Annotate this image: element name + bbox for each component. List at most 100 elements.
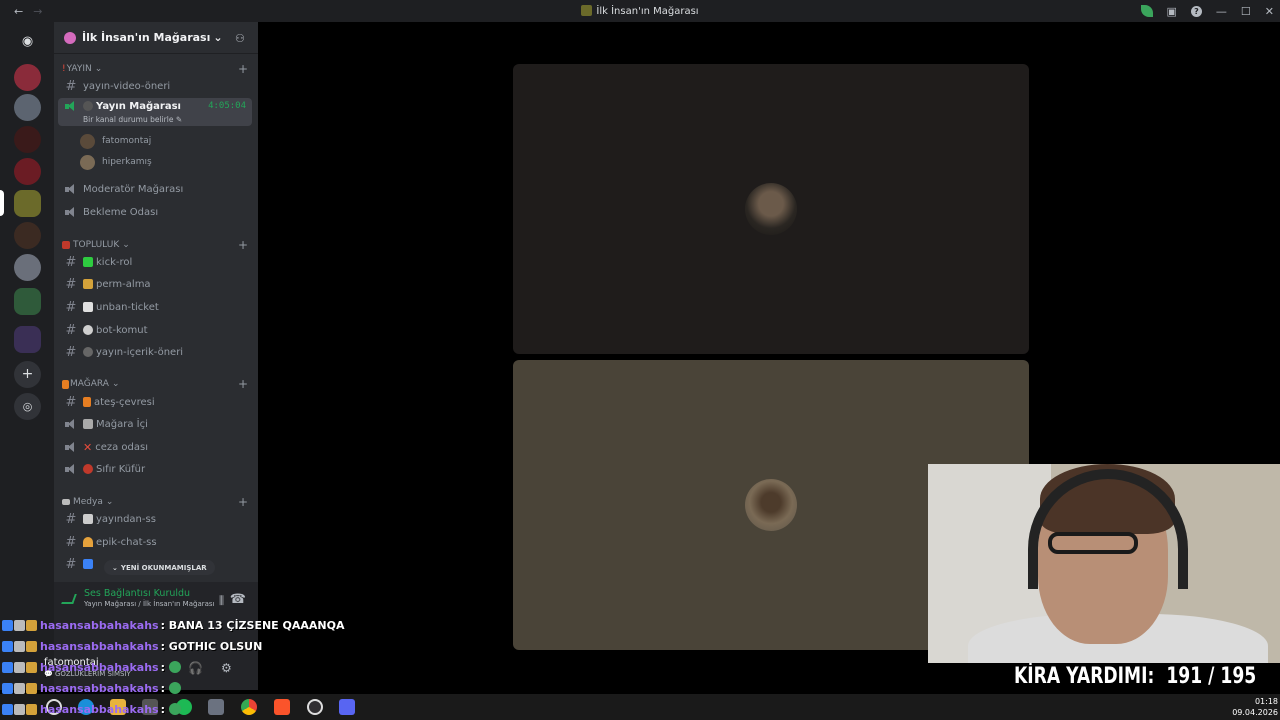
- os-taskbar: 01:18 09.04.2026: [0, 694, 1280, 720]
- chevron-down-icon: ⌄: [112, 563, 118, 572]
- invite-people-icon[interactable]: ⚇: [235, 32, 248, 45]
- new-unreads-button[interactable]: ⌄ YENİ OKUNMAMIŞLAR: [104, 560, 215, 575]
- server-icon[interactable]: [14, 64, 41, 91]
- category-label: MAĞARA: [70, 379, 109, 389]
- chat-emote-icon: [168, 682, 181, 694]
- forward-arrow-icon[interactable]: →: [33, 5, 42, 18]
- window-title-text: İlk İnsan'ın Mağarası: [596, 6, 699, 17]
- calculator-icon[interactable]: [208, 699, 224, 715]
- category-medya[interactable]: Medya ⌄ +: [62, 495, 252, 509]
- leaf-icon[interactable]: [1140, 5, 1153, 17]
- system-clock[interactable]: 01:18 09.04.2026: [1232, 696, 1278, 718]
- add-channel-icon[interactable]: +: [238, 495, 252, 509]
- channel-label: perm-alma: [96, 278, 151, 290]
- add-channel-icon[interactable]: +: [238, 377, 252, 391]
- server-folder-icon[interactable]: [14, 288, 41, 315]
- chat-badges: [2, 682, 37, 694]
- category-label: TOPLULUK: [73, 240, 120, 250]
- channel-label: ateş-çevresi: [94, 396, 155, 408]
- chrome-icon[interactable]: [241, 699, 257, 715]
- category-magara[interactable]: MAĞARA ⌄ +: [62, 377, 252, 391]
- channel-yayindan-ss[interactable]: # yayından-ss: [58, 509, 252, 529]
- channel-bot-komut[interactable]: # bot-komut: [58, 320, 252, 340]
- window-title: İlk İnsan'ın Mağarası: [0, 5, 1280, 17]
- chat-text: : GOTHIC OLSUN: [160, 639, 263, 653]
- participant-avatar: [745, 479, 797, 531]
- maximize-button[interactable]: ☐: [1241, 5, 1251, 18]
- explore-icon[interactable]: ◎: [14, 393, 41, 420]
- chat-message: hasansabbahakahs:: [2, 659, 181, 675]
- hash-icon: #: [65, 556, 77, 572]
- emoji-icon: [83, 101, 93, 111]
- hash-icon: #: [65, 78, 77, 94]
- emoji-icon: [83, 537, 93, 547]
- channel-status-text: Bir kanal durumu belirle: [83, 115, 174, 124]
- server-rail: ◉ + ◎: [0, 22, 54, 690]
- headphones-icon[interactable]: 🎧: [188, 661, 203, 675]
- voice-channel-ceza-odasi[interactable]: ✕ ceza odası: [58, 437, 252, 457]
- server-icon[interactable]: [14, 254, 41, 281]
- channel-kick-rol[interactable]: # kick-rol: [58, 252, 252, 272]
- voice-channel-yayin-magarasi[interactable]: Yayın Mağarası 4:05:04 Bir kanal durumu …: [58, 98, 252, 126]
- chat-badges: [2, 619, 37, 631]
- server-icon[interactable]: [14, 222, 41, 249]
- server-icon[interactable]: [14, 190, 41, 217]
- video-tile[interactable]: [513, 64, 1029, 354]
- speaker-icon: [64, 206, 78, 218]
- channel-epik-chat-ss[interactable]: # epik-chat-ss: [58, 532, 252, 552]
- help-icon[interactable]: ?: [1190, 5, 1202, 17]
- guild-name: İlk İnsan'ın Mağarası: [82, 31, 211, 44]
- voice-user-name: fatomontaj: [102, 136, 152, 146]
- channel-perm-alma[interactable]: # perm-alma: [58, 274, 252, 294]
- discord-home-icon[interactable]: ◉: [14, 28, 41, 55]
- rent-goal-value: 191 / 195: [1166, 664, 1257, 689]
- disconnect-icon[interactable]: ☎: [230, 592, 246, 607]
- gear-icon[interactable]: ⚙: [221, 661, 232, 675]
- voice-user[interactable]: hiperkamış: [80, 153, 152, 171]
- category-topluluk[interactable]: TOPLULUK ⌄ +: [62, 238, 252, 252]
- channel-label: yayın-içerik-öneri: [96, 346, 184, 358]
- hash-icon: #: [65, 534, 77, 550]
- server-icon[interactable]: [14, 126, 41, 153]
- emoji-icon: [83, 464, 93, 474]
- chat-username: hasansabbahakahs: [40, 618, 159, 632]
- call-timer: 4:05:04: [208, 101, 246, 111]
- add-channel-icon[interactable]: +: [238, 62, 252, 76]
- hash-icon: #: [65, 344, 77, 360]
- chat-badges: [2, 640, 37, 652]
- channel-status[interactable]: Bir kanal durumu belirle ✎: [83, 115, 182, 124]
- voice-channel-moderator[interactable]: Moderatör Mağarası: [58, 179, 252, 199]
- history-nav: ← →: [0, 5, 42, 18]
- channel-label: Sıfır Küfür: [96, 463, 146, 475]
- active-server-indicator: [0, 190, 4, 216]
- chat-username: hasansabbahakahs: [40, 681, 159, 695]
- discord-icon[interactable]: [339, 699, 355, 715]
- minimize-button[interactable]: —: [1216, 5, 1227, 18]
- channel-unban-ticket[interactable]: # unban-ticket: [58, 297, 252, 317]
- close-button[interactable]: ✕: [1265, 5, 1274, 18]
- add-server-icon[interactable]: +: [14, 361, 41, 388]
- voice-channel-bekleme[interactable]: Bekleme Odası: [58, 202, 252, 222]
- channel-yayin-icerik-oneri[interactable]: # yayın-içerik-öneri: [58, 342, 252, 362]
- back-arrow-icon[interactable]: ←: [14, 5, 23, 18]
- clock-time: 01:18: [1254, 697, 1278, 706]
- voice-user[interactable]: fatomontaj: [80, 132, 151, 150]
- channel-yayin-video-oneri[interactable]: # yayın-video-öneri: [58, 76, 252, 96]
- emoji-icon: [83, 397, 91, 407]
- noise-suppression-icon[interactable]: ⫼: [219, 594, 224, 608]
- inbox-icon[interactable]: ▣: [1167, 5, 1177, 18]
- emoji-icon: [83, 419, 93, 429]
- server-icon[interactable]: [14, 94, 41, 121]
- channel-ates-cevresi[interactable]: # ateş-çevresi: [58, 392, 252, 412]
- server-icon[interactable]: [14, 158, 41, 185]
- chat-message: hasansabbahakahs: GOTHIC OLSUN: [2, 638, 262, 654]
- brave-icon[interactable]: [274, 699, 290, 715]
- server-folder-icon[interactable]: [14, 326, 41, 353]
- guild-header[interactable]: İlk İnsan'ın Mağarası ⌄ ⚇: [54, 22, 258, 54]
- window-controls: ▣ ? — ☐ ✕: [1140, 0, 1280, 22]
- obs-icon[interactable]: [307, 699, 323, 715]
- category-yayin[interactable]: ! YAYIN ⌄ +: [62, 62, 252, 76]
- voice-channel-sifir-kufur[interactable]: Sıfır Küfür: [58, 459, 252, 479]
- voice-channel-magara-ici[interactable]: Mağara İçi: [58, 414, 252, 434]
- add-channel-icon[interactable]: +: [238, 238, 252, 252]
